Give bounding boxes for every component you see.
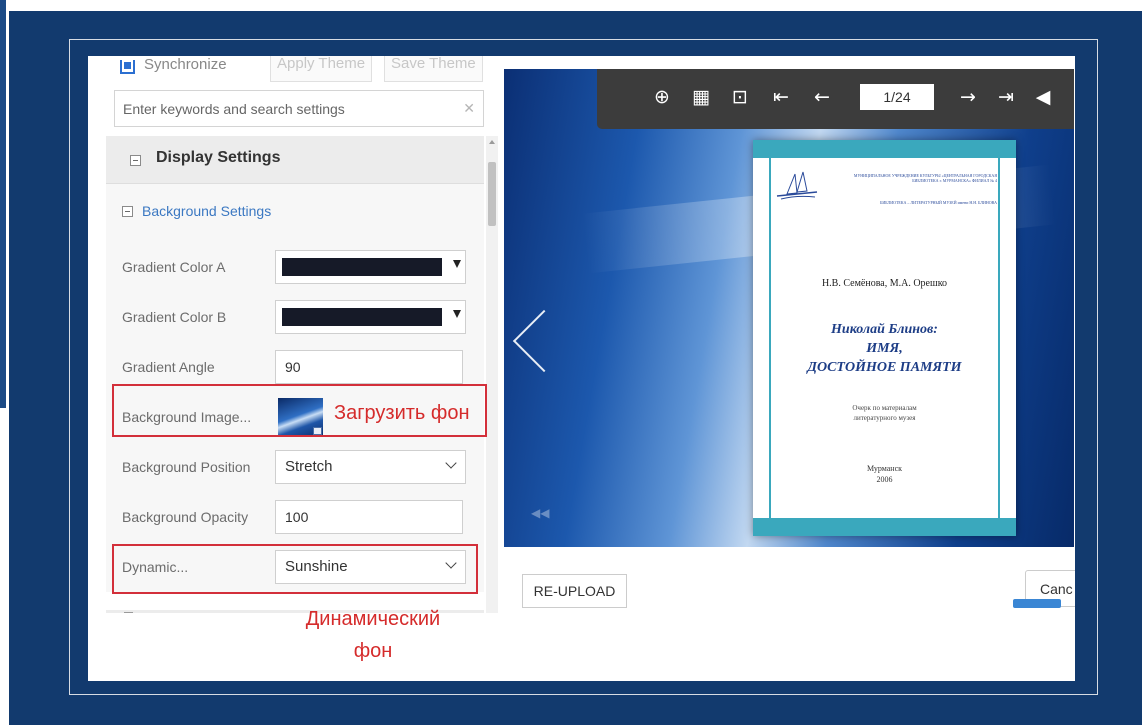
background-settings-title: Background Settings — [142, 203, 272, 219]
cover-title-line-3: ДОСТОЙНОЕ ПАМЯТИ — [807, 360, 962, 375]
dynamic-background-annotation: Динамический фон — [278, 603, 468, 667]
book-cover[interactable]: МУНИЦИПАЛЬНОЕ УЧРЕЖДЕНИЕ КУЛЬТУРЫ «ЦЕНТР… — [753, 140, 1016, 536]
gradient-color-b-picker[interactable] — [275, 300, 466, 334]
cover-header: МУНИЦИПАЛЬНОЕ УЧРЕЖДЕНИЕ КУЛЬТУРЫ «ЦЕНТР… — [853, 173, 997, 183]
zoom-in-icon[interactable]: ⊕ — [650, 84, 674, 110]
chevron-down-icon — [445, 457, 457, 469]
library-logo-icon — [776, 171, 818, 200]
save-theme-button[interactable]: Save Theme — [384, 56, 483, 82]
apply-theme-button[interactable]: Apply Theme — [270, 56, 373, 82]
background-image-highlight — [112, 384, 487, 437]
cover-title-line-2: ИМЯ, — [866, 341, 903, 356]
display-settings-header[interactable]: Display Settings — [106, 136, 484, 184]
dynamic-annotation-line-2: фон — [353, 640, 393, 662]
cover-bottom-bar — [753, 518, 1016, 536]
dynamic-highlight — [112, 544, 478, 594]
left-accent-strip — [0, 0, 6, 408]
gradient-color-b-row: Gradient Color B — [106, 292, 484, 342]
dynamic-annotation-line-1: Динамический — [305, 608, 441, 630]
dropdown-arrow-icon — [453, 310, 461, 318]
expand-icon[interactable] — [124, 612, 133, 613]
background-opacity-input[interactable] — [275, 500, 463, 534]
cover-city: Мурманск — [866, 464, 903, 473]
synchronize-checkbox[interactable] — [120, 60, 135, 74]
cover-subtitle: Очерк по материалам литературного музея — [753, 403, 1016, 423]
scroll-up-icon[interactable] — [489, 140, 495, 144]
background-position-row: Background Position Stretch — [106, 442, 484, 492]
settings-list: Display Settings Background Settings Gra… — [106, 136, 484, 613]
gradient-color-a-picker[interactable] — [275, 250, 466, 284]
previous-page-arrow-icon[interactable] — [512, 309, 576, 373]
first-page-icon[interactable]: ⇤ — [769, 84, 793, 110]
color-swatch — [282, 308, 442, 326]
gradient-color-a-label: Gradient Color A — [122, 259, 226, 275]
next-page-icon[interactable]: → — [956, 84, 980, 110]
settings-search: ✕ — [114, 90, 484, 127]
play-icon[interactable]: ⊡ — [728, 84, 752, 110]
gradient-color-b-label: Gradient Color B — [122, 309, 227, 325]
cover-title-line-1: Николай Блинов: — [831, 322, 938, 337]
background-opacity-label: Background Opacity — [122, 509, 249, 525]
reupload-button[interactable]: RE-UPLOAD — [522, 574, 627, 608]
display-settings-title: Display Settings — [156, 149, 281, 166]
settings-scrollbar[interactable] — [486, 136, 498, 613]
cover-title: Николай Блинов: ИМЯ, ДОСТОЙНОЕ ПАМЯТИ — [753, 320, 1016, 377]
cover-authors: Н.В. Семёнова, М.А. Орешко — [821, 278, 948, 289]
viewer-toolbar: ⊕ ▦ ⊡ ⇤ ← → ⇥ ◀ — [597, 69, 1074, 129]
dropdown-arrow-icon — [453, 260, 461, 268]
last-page-icon[interactable]: ⇥ — [994, 84, 1018, 110]
search-input[interactable] — [115, 91, 455, 126]
page-number-input[interactable] — [860, 84, 934, 110]
cover-library-name: БИБЛИОТЕКА – ЛИТЕРАТУРНЫЙ МУЗЕЙ имени Н.… — [880, 200, 997, 205]
app-window: Synchronize Apply Theme Save Theme ✕ Dis… — [88, 56, 1075, 681]
sound-icon[interactable]: ◀ — [1031, 84, 1055, 110]
gradient-angle-input[interactable] — [275, 350, 463, 384]
color-swatch — [282, 258, 442, 276]
collapse-icon[interactable] — [130, 155, 141, 166]
background-settings-header[interactable]: Background Settings — [106, 184, 484, 242]
background-position-select[interactable]: Stretch — [275, 450, 466, 484]
cover-subtitle-line-2: литературного музея — [853, 414, 916, 422]
collapse-icon[interactable] — [122, 206, 133, 217]
gradient-color-a-row: Gradient Color A — [106, 242, 484, 292]
flipbook-preview: ⊕ ▦ ⊡ ⇤ ← → ⇥ ◀ ◀◀ МУНИЦИПАЛЬНОЕ УЧРЕЖДЕ… — [504, 69, 1074, 547]
rewind-icon[interactable]: ◀◀ — [531, 506, 549, 520]
background-opacity-row: Background Opacity — [106, 492, 484, 542]
cover-top-bar — [753, 140, 1016, 158]
clear-search-icon[interactable]: ✕ — [463, 100, 475, 117]
cover-year: 2006 — [876, 475, 893, 484]
synchronize-label: Synchronize — [144, 56, 227, 73]
cover-imprint: Мурманск 2006 — [753, 463, 1016, 485]
active-tab-indicator — [1013, 599, 1061, 608]
previous-page-icon[interactable]: ← — [810, 84, 834, 110]
thumbnails-icon[interactable]: ▦ — [689, 84, 713, 110]
cover-subtitle-line-1: Очерк по материалам — [852, 404, 917, 412]
background-position-value: Stretch — [285, 458, 333, 475]
scroll-thumb[interactable] — [488, 162, 496, 226]
background-position-label: Background Position — [122, 459, 251, 475]
